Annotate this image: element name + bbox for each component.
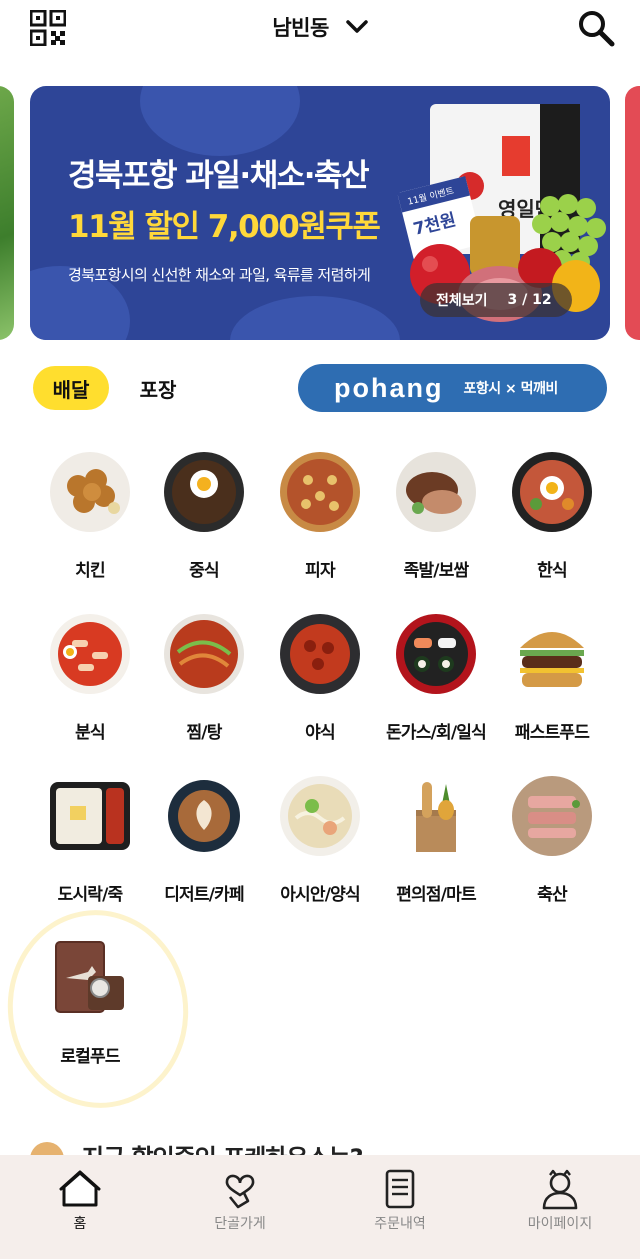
next-banner-peek[interactable]	[625, 86, 640, 340]
top-header: 남빈동	[0, 0, 640, 60]
bibimbap-icon	[512, 452, 592, 532]
banner-pager[interactable]: 전체보기 3 / 12	[420, 283, 572, 317]
search-icon[interactable]	[576, 8, 616, 48]
banner-decoration	[140, 86, 300, 156]
pohang-promo-text: 포항시 × 먹깨비	[463, 381, 558, 397]
category-fast-food[interactable]: 패스트푸드	[493, 612, 611, 743]
category-dessert-cafe[interactable]: 디저트/카페	[145, 774, 263, 905]
category-label: 편의점/마트	[396, 885, 476, 905]
nav-label: 홈	[73, 1216, 87, 1232]
bottom-navigation: 홈 단골가게 주문내역 마이페이지	[0, 1155, 640, 1259]
category-label: 로컬푸드	[60, 1047, 120, 1067]
banner-page-indicator: 3 / 12	[507, 292, 552, 308]
nav-label: 주문내역	[374, 1216, 426, 1232]
banner-decoration	[230, 296, 400, 340]
lunchbox-icon	[50, 782, 130, 850]
category-lunchbox[interactable]: 도시락/죽	[31, 774, 149, 905]
passport-travel-icon	[55, 941, 124, 1013]
category-local-food[interactable]: 로컬푸드	[31, 936, 149, 1067]
tab-pickup[interactable]: 포장	[128, 366, 188, 410]
home-icon	[59, 1170, 101, 1207]
view-all-link[interactable]: 전체보기	[436, 290, 488, 310]
category-label: 축산	[537, 885, 567, 905]
heart-hand-icon	[225, 1174, 255, 1209]
late-night-food-icon	[280, 614, 360, 694]
nav-orders[interactable]: 주문내역	[320, 1155, 480, 1259]
tab-delivery[interactable]: 배달	[33, 366, 109, 410]
burger-icon	[520, 632, 584, 687]
category-chicken[interactable]: 치킨	[31, 450, 149, 581]
chevron-down-icon	[345, 20, 368, 33]
category-chinese[interactable]: 중식	[145, 450, 263, 581]
nav-favorites[interactable]: 단골가게	[160, 1155, 320, 1259]
banner-subtitle: 경북포항시의 신선한 채소와 과일, 육류를 저렴하게	[68, 266, 371, 284]
category-snack[interactable]: 분식	[31, 612, 149, 743]
category-late-night[interactable]: 야식	[261, 612, 379, 743]
category-label: 중식	[189, 561, 219, 581]
category-label: 한식	[537, 561, 567, 581]
category-japanese[interactable]: 돈가스/회/일식	[377, 612, 495, 743]
nav-mypage[interactable]: 마이페이지	[480, 1155, 640, 1259]
pohang-logo: pohang	[334, 372, 444, 403]
user-profile-icon	[542, 1169, 578, 1210]
sushi-icon	[396, 614, 476, 694]
pohang-promo-button[interactable]: pohang 포항시 × 먹깨비	[298, 364, 607, 412]
grocery-bag-icon	[416, 782, 456, 852]
promo-banner[interactable]: 경북포항 과일·채소·축산 11월 할인 7,000원쿠폰 경북포항시의 신선한…	[30, 86, 610, 340]
category-label: 분식	[75, 723, 105, 743]
tteokbokki-icon	[50, 614, 130, 694]
previous-banner-peek[interactable]	[0, 86, 14, 340]
category-korean[interactable]: 한식	[493, 450, 611, 581]
category-convenience-mart[interactable]: 편의점/마트	[377, 774, 495, 905]
category-label: 야식	[305, 723, 335, 743]
category-label: 도시락/죽	[57, 885, 124, 905]
location-label: 남빈동	[272, 16, 329, 40]
category-pizza[interactable]: 피자	[261, 450, 379, 581]
category-jokbal-bossam[interactable]: 족발/보쌈	[377, 450, 495, 581]
meat-icon	[512, 776, 592, 856]
receipt-icon	[385, 1169, 415, 1209]
category-butcher[interactable]: 축산	[493, 774, 611, 905]
category-label: 피자	[305, 561, 335, 581]
nav-label: 단골가게	[214, 1216, 266, 1232]
category-asian-western[interactable]: 아시안/양식	[261, 774, 379, 905]
jokbal-icon	[396, 452, 476, 532]
category-label: 돈가스/회/일식	[386, 723, 487, 743]
category-label: 디저트/카페	[164, 885, 244, 905]
banner-coupon-title: 11월 할인 7,000원쿠폰	[68, 209, 381, 245]
nav-home[interactable]: 홈	[0, 1155, 160, 1259]
nav-label: 마이페이지	[527, 1216, 593, 1232]
pizza-icon	[280, 452, 360, 532]
category-label: 치킨	[75, 561, 105, 581]
jajangmyeon-icon	[164, 452, 244, 532]
chicken-icon	[50, 452, 130, 532]
category-stew[interactable]: 찜/탕	[145, 612, 263, 743]
category-label: 찜/탕	[186, 723, 222, 743]
noodle-soup-icon	[280, 776, 360, 856]
category-label: 족발/보쌈	[403, 561, 470, 581]
category-label: 패스트푸드	[514, 723, 590, 743]
coffee-cup-icon	[168, 780, 240, 852]
category-label: 아시안/양식	[280, 885, 360, 905]
location-selector[interactable]: 남빈동	[0, 12, 640, 42]
banner-title: 경북포항 과일·채소·축산	[68, 158, 370, 194]
stew-icon	[164, 614, 244, 694]
